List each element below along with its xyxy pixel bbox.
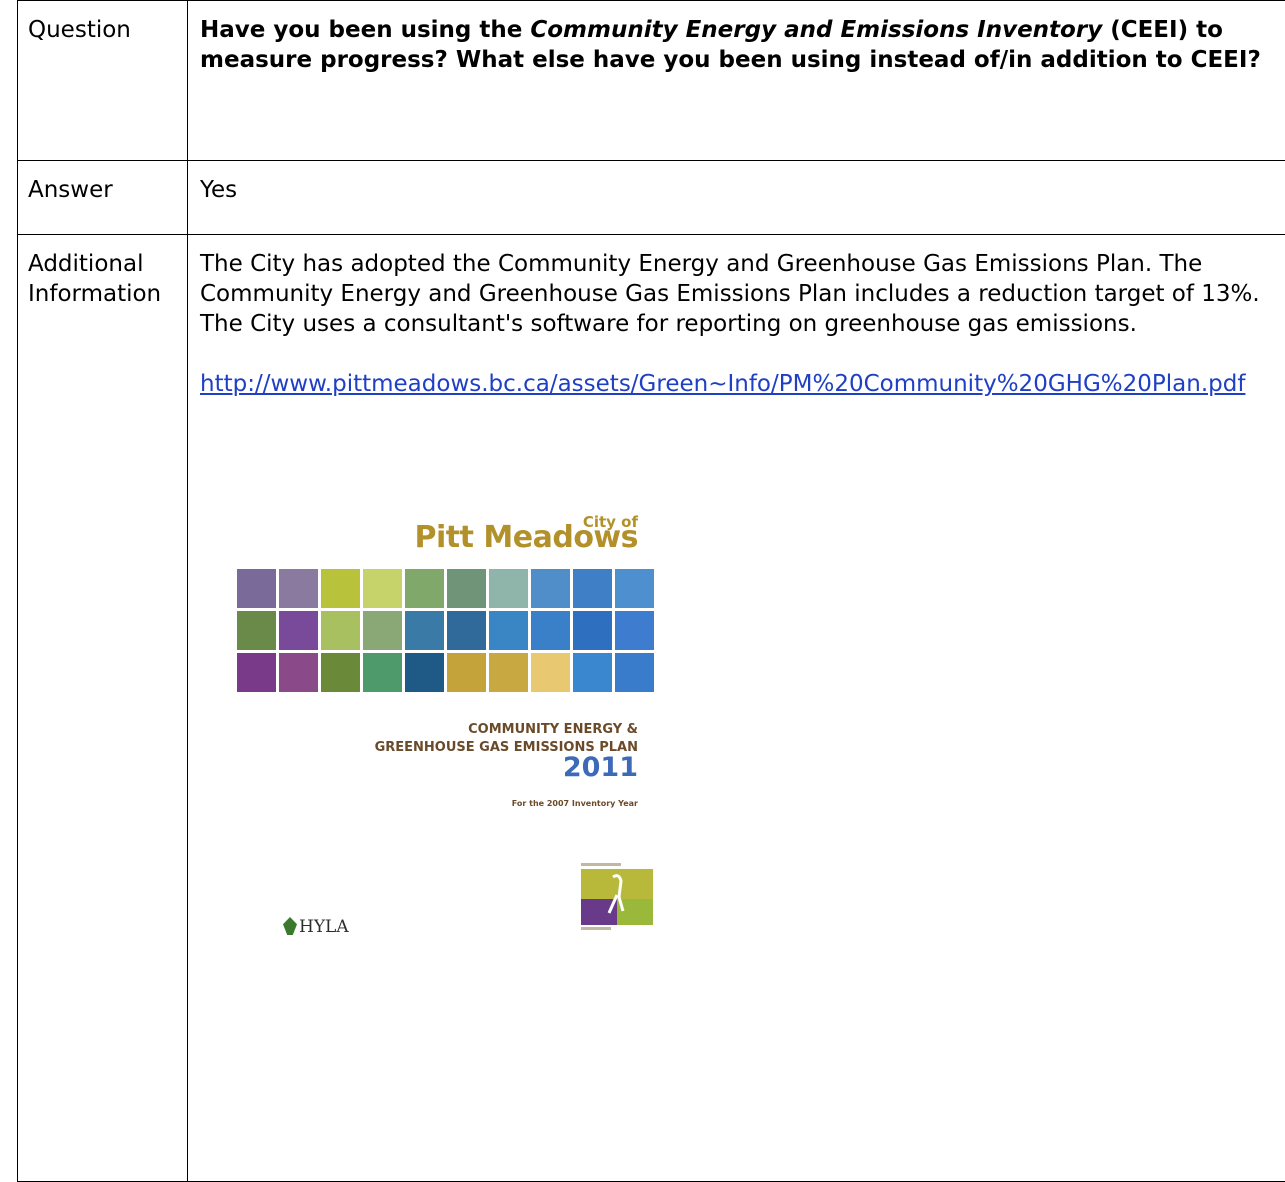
- answer-value: Yes: [188, 161, 1285, 235]
- cover-tile: [531, 569, 570, 608]
- hyla-logo: HYLA: [283, 912, 349, 942]
- cover-tile: [405, 569, 444, 608]
- cover-tile: [531, 611, 570, 650]
- answer-row: Answer Yes: [18, 161, 1285, 235]
- cover-tile: [531, 653, 570, 692]
- cover-plan-subtitle: For the 2007 Inventory Year: [512, 789, 638, 819]
- cover-tile: [573, 569, 612, 608]
- cover-tile: [279, 653, 318, 692]
- question-label: Question: [18, 1, 188, 161]
- cover-tile: [489, 611, 528, 650]
- cover-tile: [363, 611, 402, 650]
- cover-tile: [405, 653, 444, 692]
- answer-label: Answer: [18, 161, 188, 235]
- cover-tile: [237, 653, 276, 692]
- cover-tile: [279, 611, 318, 650]
- cover-tile-grid: [237, 569, 654, 692]
- cover-tile: [573, 653, 612, 692]
- cover-tile: [363, 653, 402, 692]
- cover-tile: [321, 569, 360, 608]
- cover-tile: [489, 653, 528, 692]
- cover-city-name: Pitt Meadows: [415, 523, 639, 553]
- cover-tile: [237, 569, 276, 608]
- additional-label: Additional Information: [18, 235, 188, 1182]
- cover-tile: [447, 569, 486, 608]
- cover-tile: [615, 653, 654, 692]
- cover-tile: [279, 569, 318, 608]
- plan-pdf-link[interactable]: http://www.pittmeadows.bc.ca/assets/Gree…: [200, 371, 1245, 397]
- additional-row: Additional Information The City has adop…: [18, 235, 1285, 1182]
- cover-tile: [573, 611, 612, 650]
- question-row: Question Have you been using the Communi…: [18, 1, 1285, 161]
- cover-tile: [447, 611, 486, 650]
- pitt-meadows-logo: [573, 859, 661, 935]
- cover-tile: [447, 653, 486, 692]
- additional-cell: The City has adopted the Community Energ…: [188, 235, 1285, 1182]
- cover-tile: [405, 611, 444, 650]
- qa-table: Question Have you been using the Communi…: [17, 0, 1285, 1182]
- cover-tile: [615, 611, 654, 650]
- cover-tile: [321, 611, 360, 650]
- link-wrap: http://www.pittmeadows.bc.ca/assets/Gree…: [200, 369, 1285, 399]
- additional-text: The City has adopted the Community Energ…: [200, 249, 1285, 339]
- question-text: Have you been using the Community Energy…: [200, 15, 1285, 75]
- cover-tile: [237, 611, 276, 650]
- cover-tile: [363, 569, 402, 608]
- ceei-title: Community Energy and Emissions Inventory: [530, 17, 1102, 43]
- leaf-icon: [283, 917, 297, 935]
- cover-tile: [321, 653, 360, 692]
- cover-plan-year: 2011: [563, 753, 638, 783]
- plan-cover-image: City of Pitt Meadows COMMUNITY ENERGY &G…: [220, 507, 700, 997]
- cover-tile: [489, 569, 528, 608]
- question-cell: Have you been using the Community Energy…: [188, 1, 1285, 161]
- cover-tile: [615, 569, 654, 608]
